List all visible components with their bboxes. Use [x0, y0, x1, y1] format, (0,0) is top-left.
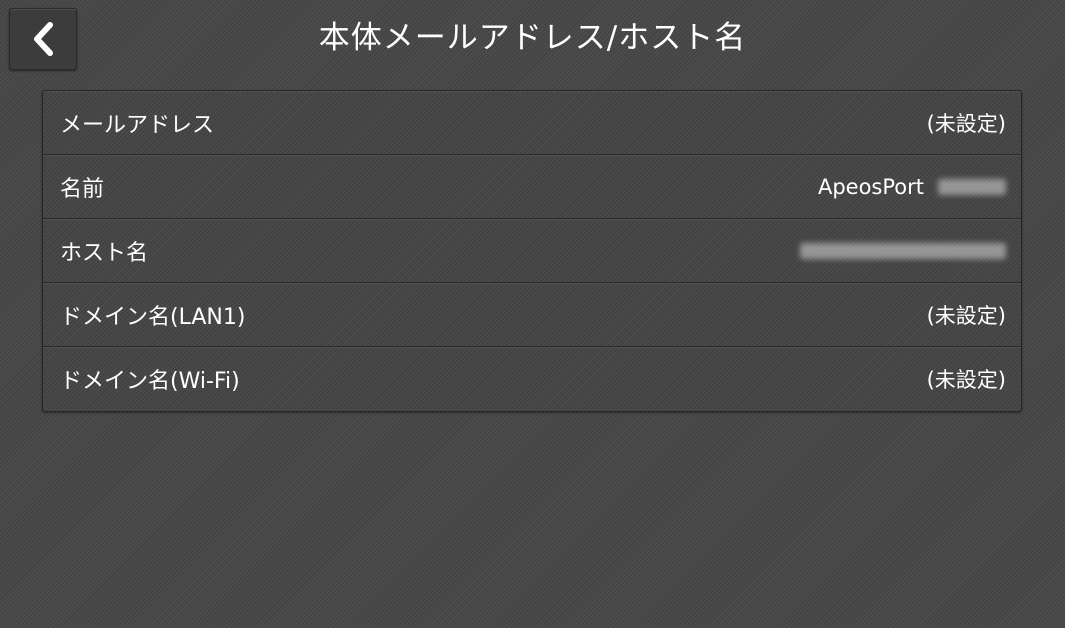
domain-name-lan1-value: (未設定) — [927, 300, 1006, 330]
name-label: 名前 — [60, 176, 105, 202]
list-item-email-address[interactable]: メールアドレス (未設定) — [43, 91, 1021, 155]
list-item-domain-name-lan1[interactable]: ドメイン名(LAN1) (未設定) — [43, 283, 1021, 347]
name-value: ApeosPort — [818, 175, 1006, 199]
host-name-value — [800, 242, 1006, 259]
domain-name-wifi-label: ドメイン名(Wi-Fi) — [60, 369, 240, 394]
settings-list: メールアドレス (未設定) 名前 ApeosPort ホスト名 ドメイン名(LA… — [42, 90, 1022, 412]
list-item-host-name[interactable]: ホスト名 — [43, 219, 1021, 283]
email-address-label: メールアドレス — [60, 112, 215, 138]
back-button[interactable] — [9, 8, 77, 70]
domain-name-wifi-value: (未設定) — [927, 364, 1006, 394]
list-item-name[interactable]: 名前 ApeosPort — [43, 155, 1021, 219]
redacted-host-name — [800, 242, 1006, 259]
host-name-label: ホスト名 — [60, 240, 149, 266]
list-item-domain-name-wifi[interactable]: ドメイン名(Wi-Fi) (未設定) — [43, 347, 1021, 411]
page-title: 本体メールアドレス/ホスト名 — [318, 20, 747, 56]
domain-name-wifi-value-text: (未設定) — [926, 368, 1006, 392]
domain-name-lan1-value-text: (未設定) — [926, 303, 1006, 328]
email-address-value-text: (未設定) — [926, 111, 1006, 136]
domain-name-lan1-label: ドメイン名(LAN1) — [60, 304, 246, 330]
name-value-text: ApeosPort — [817, 174, 924, 199]
redacted-model-number — [938, 178, 1006, 195]
email-address-value: (未設定) — [927, 108, 1006, 138]
chevron-left-icon — [30, 21, 56, 57]
